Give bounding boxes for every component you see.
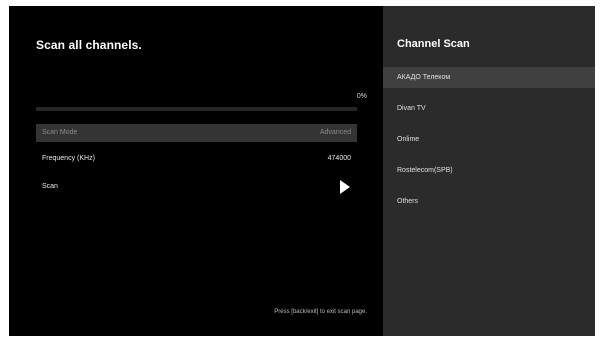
operator-item-divan-tv[interactable]: Divan TV (383, 98, 595, 129)
operator-item-akado[interactable]: АКАДО Телеком (383, 67, 595, 88)
tv-screen: Scan all channels. 0% Scan Mode Advanced… (9, 6, 595, 336)
scan-mode-value: Advanced (319, 129, 351, 136)
frequency-label: Frequency (KHz) (42, 155, 95, 162)
scan-settings-pane: Scan all channels. 0% Scan Mode Advanced… (9, 6, 383, 336)
progress-bar (36, 107, 357, 111)
exit-hint: Press [back/exit] to exit scan page. (274, 309, 367, 315)
operator-item-rostelecom[interactable]: Rostelecom(SPB) (383, 160, 595, 191)
channel-scan-panel: Channel Scan АКАДО Телеком Divan TV Onli… (383, 6, 595, 336)
operator-item-others[interactable]: Others (383, 191, 595, 222)
scan-label: Scan (42, 183, 58, 190)
scan-mode-label: Scan Mode (42, 129, 78, 136)
progress-percentage: 0% (356, 93, 367, 100)
panel-title: Channel Scan (397, 38, 470, 50)
scan-mode-row[interactable]: Scan Mode Advanced (36, 124, 357, 142)
frequency-row[interactable]: Frequency (KHz) 474000 (36, 150, 357, 168)
operator-list: АКАДО Телеком Divan TV Onlime Rostelecom… (383, 67, 595, 222)
scan-title: Scan all channels. (36, 38, 142, 52)
play-arrow-icon[interactable] (340, 180, 350, 194)
operator-item-onlime[interactable]: Onlime (383, 129, 595, 160)
frequency-value: 474000 (327, 155, 351, 162)
scan-row[interactable]: Scan (36, 178, 357, 196)
